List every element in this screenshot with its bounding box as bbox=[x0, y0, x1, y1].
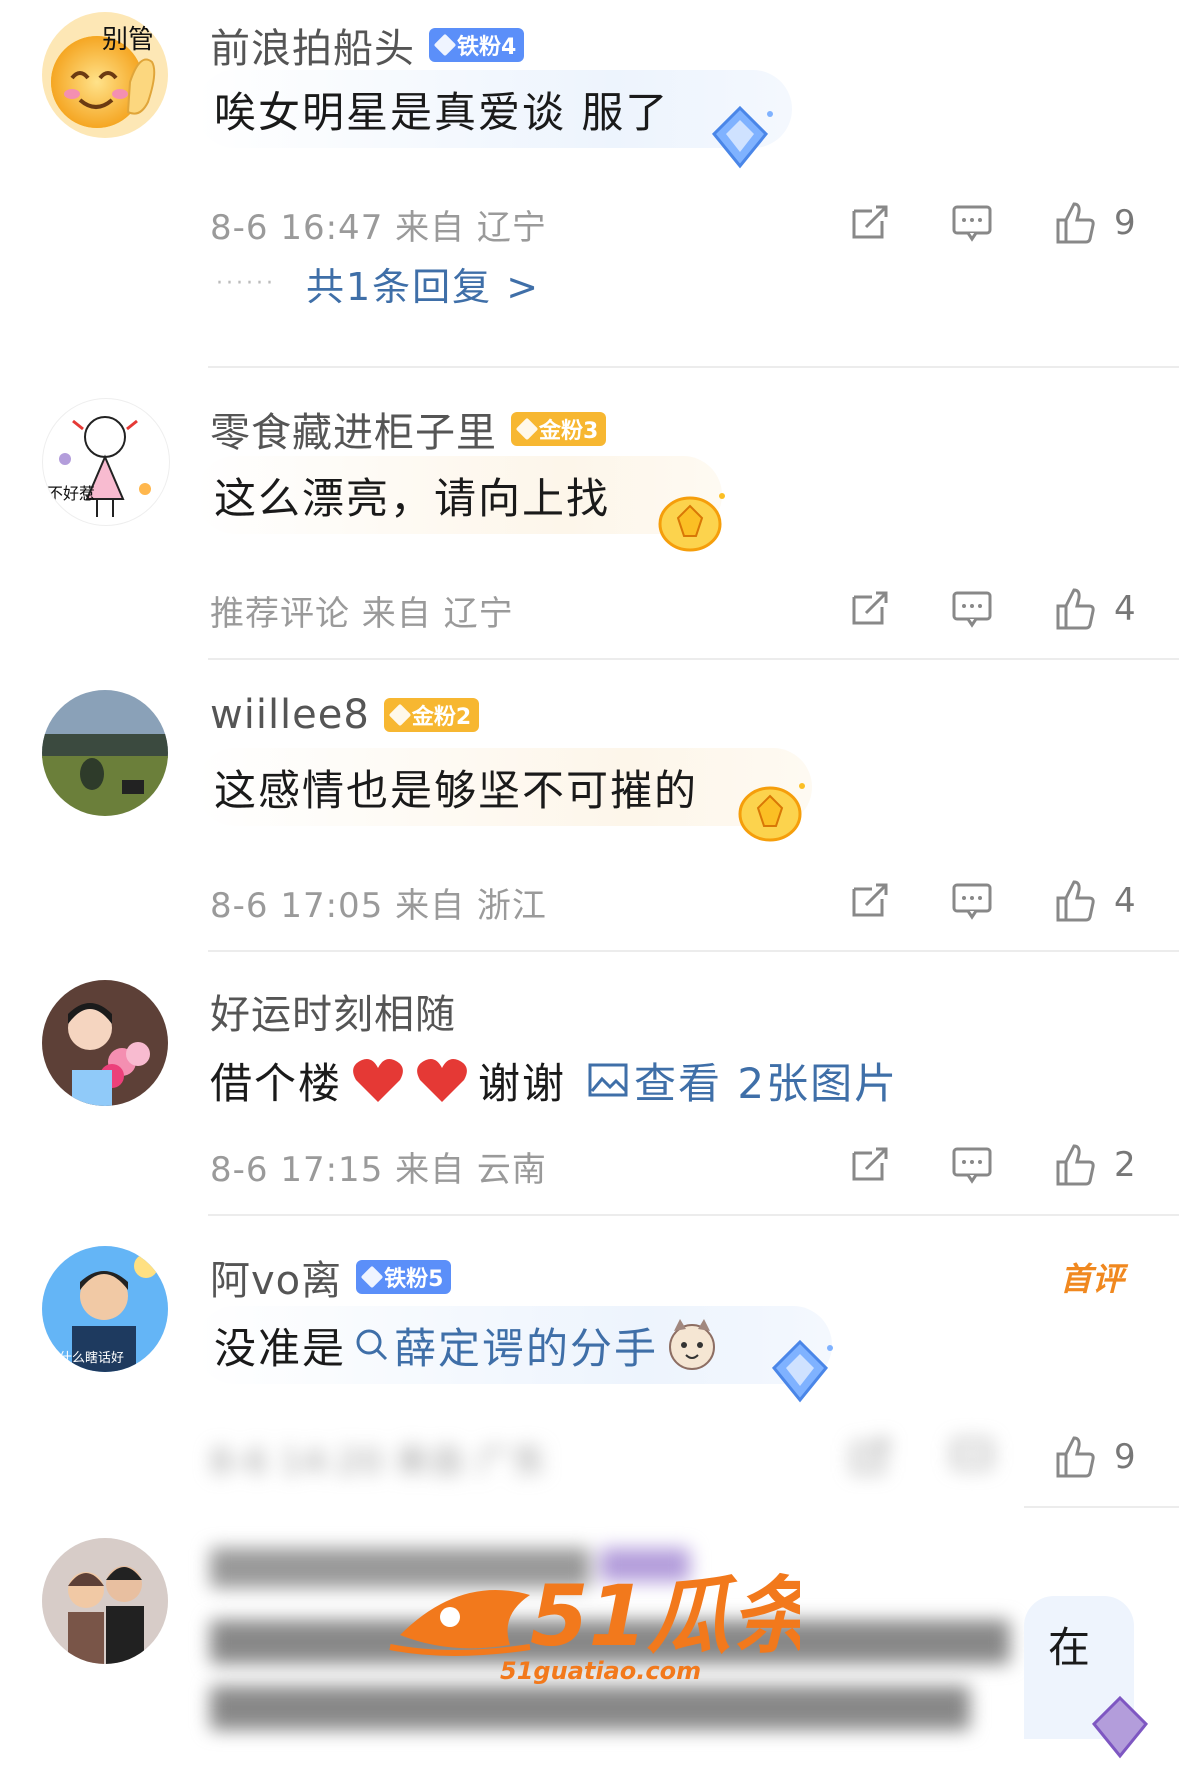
like-count: 4 bbox=[1114, 881, 1136, 921]
like-button[interactable]: 9 bbox=[1052, 1434, 1136, 1480]
search-topic-link[interactable]: 薛定谔的分手 bbox=[354, 1315, 658, 1376]
fan-badge-label: 金粉3 bbox=[539, 419, 599, 444]
comment-icon[interactable] bbox=[950, 1435, 994, 1479]
diamond-icon bbox=[433, 33, 457, 57]
like-count: 4 bbox=[1114, 589, 1136, 629]
watermark-logo: 51瓜条 51guatiao.com bbox=[389, 1567, 800, 1685]
divider bbox=[1024, 1506, 1179, 1508]
avatar-portrait-image bbox=[42, 1538, 168, 1664]
crown-icon bbox=[388, 703, 412, 727]
cat-emoji-icon bbox=[669, 1319, 716, 1370]
avatar-drawing-image: 不好惹 bbox=[47, 416, 151, 517]
comment-bubble: 没准是 薛定谔的分手 bbox=[196, 1306, 832, 1384]
username[interactable]: 好运时刻相随 bbox=[210, 982, 456, 1040]
thumbs-up-icon bbox=[1056, 202, 1095, 244]
avatar-portrait-image: 说什么瞎话好 bbox=[42, 1246, 168, 1372]
comment-meta: 8-6 16:47 来自 辽宁 bbox=[210, 208, 547, 248]
fan-badge-label: 金粉2 bbox=[411, 705, 472, 730]
comment-text: 唉女明星是真爱谈 服了 bbox=[214, 87, 670, 137]
comment-bubble: 这感情也是够坚不可摧的 bbox=[196, 748, 812, 826]
watermark-url: 51guatiao.com bbox=[500, 1657, 701, 1685]
comment-text: 这感情也是够坚不可摧的 bbox=[214, 765, 699, 815]
share-icon[interactable] bbox=[848, 587, 892, 631]
thumbs-up-icon bbox=[1056, 880, 1095, 922]
gold-medal-icon bbox=[738, 783, 805, 842]
view-replies-link[interactable]: 共1条回复 > bbox=[306, 256, 540, 311]
avatar[interactable]: 说什么瞎话好 bbox=[42, 1246, 168, 1372]
heart-emoji-icon bbox=[353, 1058, 403, 1102]
comment-text: 没准是 bbox=[214, 1323, 347, 1373]
thumbs-up-icon bbox=[1056, 1144, 1095, 1186]
username[interactable]: 阿vo离 bbox=[210, 1248, 342, 1306]
share-icon[interactable] bbox=[848, 1143, 892, 1187]
comment-icon[interactable] bbox=[950, 587, 994, 631]
divider bbox=[208, 1214, 1179, 1216]
comment-text-suffix: 谢谢 bbox=[478, 1059, 567, 1108]
avatar-caption: 说什么瞎话好 bbox=[46, 1350, 124, 1366]
fan-badge: 金粉3 bbox=[511, 412, 607, 446]
blurred-comment-line bbox=[210, 1686, 970, 1730]
thumbs-up-icon bbox=[1056, 588, 1095, 630]
comment-body: 借个楼 谢谢 查看 2张图片 bbox=[210, 1050, 898, 1111]
crown-icon bbox=[515, 417, 539, 441]
like-button[interactable]: 4 bbox=[1052, 586, 1136, 632]
avatar-landscape-image bbox=[42, 690, 168, 816]
view-images-link[interactable]: 查看 2张图片 bbox=[588, 1050, 898, 1111]
comment-text-fragment: 在 bbox=[1048, 1623, 1093, 1672]
username[interactable]: wiillee8 bbox=[210, 692, 370, 738]
thumbs-up-icon bbox=[1056, 1436, 1095, 1478]
diamond-medal-icon bbox=[1091, 1695, 1149, 1759]
watermark-brand: 51瓜条 bbox=[530, 1567, 800, 1665]
avatar-caption: 不好惹 bbox=[47, 484, 95, 503]
comment-text: 这么漂亮，请向上找 bbox=[214, 473, 611, 523]
comment-icon[interactable] bbox=[950, 201, 994, 245]
like-button[interactable]: 9 bbox=[1052, 200, 1136, 246]
avatar[interactable]: 不好惹 bbox=[42, 398, 170, 526]
avatar-caption: 别管 bbox=[102, 25, 154, 55]
fan-badge: 铁粉5 bbox=[356, 1260, 452, 1294]
first-comment-tag: 首评 bbox=[1060, 1260, 1125, 1298]
share-icon[interactable] bbox=[848, 201, 892, 245]
share-icon[interactable] bbox=[848, 1435, 892, 1479]
divider bbox=[208, 658, 1179, 660]
username[interactable]: 前浪拍船头 bbox=[210, 16, 415, 74]
avatar-portrait-image bbox=[42, 980, 168, 1106]
comment-bubble: 这么漂亮，请向上找 bbox=[196, 456, 722, 534]
avatar[interactable] bbox=[42, 980, 168, 1106]
view-images-label: 查看 2张图片 bbox=[634, 1059, 899, 1108]
diamond-icon bbox=[360, 1265, 384, 1289]
fan-badge-label: 铁粉5 bbox=[384, 1267, 444, 1292]
like-count: 9 bbox=[1114, 203, 1136, 243]
avatar[interactable]: 别管 bbox=[42, 12, 168, 138]
comment-icon[interactable] bbox=[950, 1143, 994, 1187]
avatar-emoji-image: 别管 bbox=[51, 25, 156, 128]
share-icon[interactable] bbox=[848, 879, 892, 923]
like-button[interactable]: 2 bbox=[1052, 1142, 1136, 1188]
like-button[interactable]: 4 bbox=[1052, 878, 1136, 924]
avatar[interactable] bbox=[42, 1538, 168, 1664]
diamond-medal-icon bbox=[771, 1339, 833, 1403]
comment-meta: 8-6 14:20 来自 广东 bbox=[210, 1442, 547, 1482]
like-count: 2 bbox=[1114, 1145, 1136, 1185]
divider bbox=[208, 950, 1179, 952]
gold-medal-icon bbox=[658, 493, 725, 552]
search-icon bbox=[356, 1329, 388, 1361]
comment-icon[interactable] bbox=[950, 879, 994, 923]
fan-badge: 铁粉4 bbox=[429, 28, 525, 62]
reply-dots: ······ bbox=[216, 271, 276, 296]
search-topic-label: 薛定谔的分手 bbox=[394, 1323, 659, 1373]
comment-meta: 推荐评论 来自 辽宁 bbox=[210, 594, 514, 634]
diamond-medal-icon bbox=[711, 105, 773, 169]
image-icon bbox=[588, 1063, 628, 1096]
comment-text: 借个楼 bbox=[210, 1059, 343, 1108]
like-count: 9 bbox=[1114, 1437, 1136, 1477]
comment-meta: 8-6 17:15 来自 云南 bbox=[210, 1150, 547, 1190]
comment-meta: 8-6 17:05 来自 浙江 bbox=[210, 886, 547, 926]
username[interactable]: 零食藏进柜子里 bbox=[210, 400, 497, 458]
heart-emoji-icon bbox=[417, 1058, 467, 1102]
avatar[interactable] bbox=[42, 690, 168, 816]
fan-badge-label: 铁粉4 bbox=[457, 35, 517, 60]
divider bbox=[208, 366, 1179, 368]
fan-badge: 金粉2 bbox=[383, 698, 480, 732]
